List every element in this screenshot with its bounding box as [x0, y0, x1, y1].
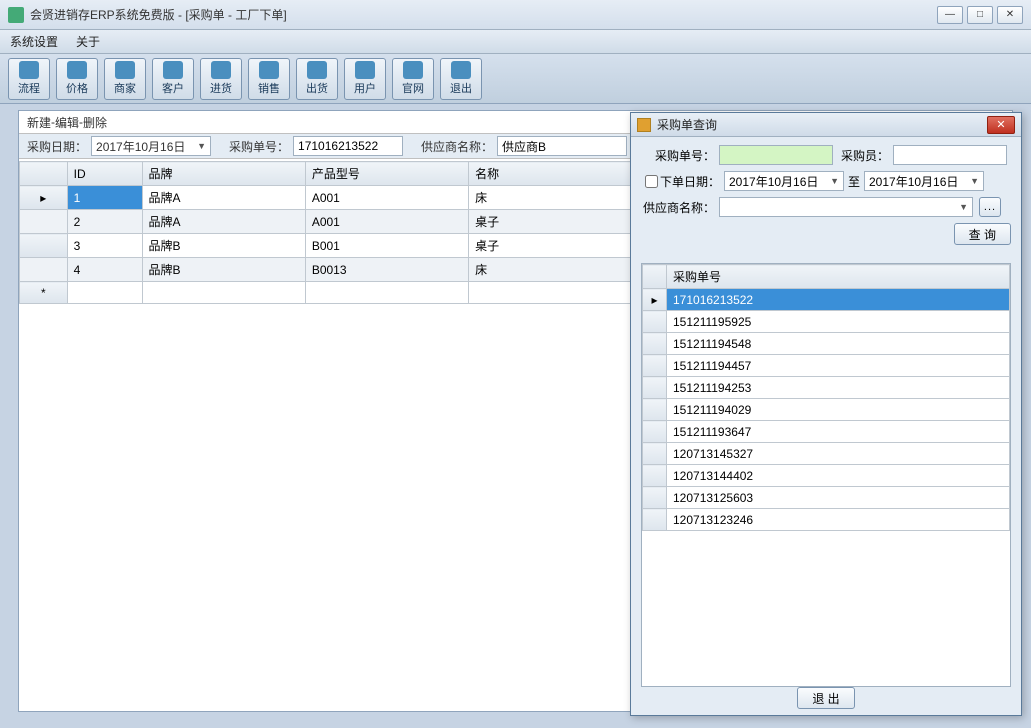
toolbar-flow[interactable]: 流程 — [8, 58, 50, 100]
purchase-date-select[interactable]: 2017年10月16日▼ — [91, 136, 211, 156]
website-icon — [403, 61, 423, 79]
sales-icon — [259, 61, 279, 79]
ship-icon — [307, 61, 327, 79]
dialog-grid[interactable]: 采购单号 ▸171016213522 151211195925 15121119… — [641, 263, 1011, 687]
chevron-down-icon: ▼ — [197, 141, 206, 151]
chevron-down-icon: ▼ — [830, 176, 839, 186]
supplier-input[interactable] — [497, 136, 627, 156]
dialog-title: 采购单查询 — [657, 116, 717, 133]
dlg-exit-button[interactable]: 退 出 — [797, 687, 854, 709]
menu-settings[interactable]: 系统设置 — [10, 33, 58, 50]
label-dlg-buyer: 采购员： — [833, 147, 889, 164]
price-icon — [67, 61, 87, 79]
order-no-input[interactable] — [293, 136, 403, 156]
flow-icon — [19, 61, 39, 79]
op-delete[interactable]: 删除 — [83, 114, 107, 131]
dlg-supplier-more-button[interactable]: ... — [979, 197, 1001, 217]
dlg-date-to[interactable]: 2017年10月16日▼ — [864, 171, 984, 191]
toolbar-price[interactable]: 价格 — [56, 58, 98, 100]
toolbar-website[interactable]: 官网 — [392, 58, 434, 100]
dialog-close-button[interactable]: ✕ — [987, 116, 1015, 134]
dlg-order-input[interactable] — [719, 145, 833, 165]
list-item[interactable]: 120713144402 — [643, 465, 1010, 487]
dialog-icon — [637, 118, 651, 132]
list-item[interactable]: 151211195925 — [643, 311, 1010, 333]
close-button[interactable]: ✕ — [997, 6, 1023, 24]
list-item[interactable]: 151211194029 — [643, 399, 1010, 421]
list-item[interactable]: 151211194253 — [643, 377, 1010, 399]
toolbar-sales[interactable]: 销售 — [248, 58, 290, 100]
window-title: 会贤进销存ERP系统免费版 - [采购单 - 工厂下单] — [30, 6, 287, 23]
label-supplier: 供应商名称： — [421, 138, 493, 155]
toolbar-user[interactable]: 用户 — [344, 58, 386, 100]
label-dlg-date: 下单日期： — [660, 173, 720, 190]
window-titlebar: 会贤进销存ERP系统免费版 - [采购单 - 工厂下单] — □ ✕ — [0, 0, 1031, 30]
op-new[interactable]: 新建 — [27, 114, 51, 131]
exit-icon — [451, 61, 471, 79]
merchant-icon — [115, 61, 135, 79]
list-item[interactable]: 120713125603 — [643, 487, 1010, 509]
query-dialog: 采购单查询 ✕ 采购单号： 采购员： 下单日期： 2017年10月16日▼ 至 … — [630, 112, 1022, 716]
label-purchase-date: 采购日期： — [27, 138, 87, 155]
label-dlg-supplier: 供应商名称： — [641, 199, 715, 216]
list-item[interactable]: 120713123246 — [643, 509, 1010, 531]
label-to: 至 — [844, 173, 864, 190]
user-icon — [355, 61, 375, 79]
menubar: 系统设置 关于 — [0, 30, 1031, 54]
dlg-query-button[interactable]: 查 询 — [954, 223, 1011, 245]
app-icon — [8, 7, 24, 23]
list-item[interactable]: 151211193647 — [643, 421, 1010, 443]
dlg-grid-header: 采购单号 — [643, 265, 1010, 289]
chevron-down-icon: ▼ — [970, 176, 979, 186]
maximize-button[interactable]: □ — [967, 6, 993, 24]
chevron-down-icon: ▼ — [959, 202, 968, 212]
label-order-no: 采购单号： — [229, 138, 289, 155]
list-item[interactable]: 120713145327 — [643, 443, 1010, 465]
list-item[interactable]: ▸171016213522 — [643, 289, 1010, 311]
customer-icon — [163, 61, 183, 79]
op-edit[interactable]: 编辑 — [55, 114, 79, 131]
menu-about[interactable]: 关于 — [76, 33, 100, 50]
list-item[interactable]: 151211194548 — [643, 333, 1010, 355]
minimize-button[interactable]: — — [937, 6, 963, 24]
dialog-footer: 退 出 — [631, 687, 1021, 709]
toolbar: 流程 价格 商家 客户 进货 销售 出货 用户 官网 退出 — [0, 54, 1031, 104]
dlg-date-checkbox[interactable] — [645, 175, 658, 188]
dialog-titlebar: 采购单查询 ✕ — [631, 113, 1021, 137]
toolbar-merchant[interactable]: 商家 — [104, 58, 146, 100]
toolbar-ship[interactable]: 出货 — [296, 58, 338, 100]
dlg-supplier-select[interactable]: ▼ — [719, 197, 973, 217]
toolbar-purchase[interactable]: 进货 — [200, 58, 242, 100]
toolbar-customer[interactable]: 客户 — [152, 58, 194, 100]
toolbar-exit[interactable]: 退出 — [440, 58, 482, 100]
dlg-date-from[interactable]: 2017年10月16日▼ — [724, 171, 844, 191]
purchase-icon — [211, 61, 231, 79]
list-item[interactable]: 151211194457 — [643, 355, 1010, 377]
dialog-form: 采购单号： 采购员： 下单日期： 2017年10月16日▼ 至 2017年10月… — [631, 137, 1021, 259]
label-dlg-order: 采购单号： — [641, 147, 715, 164]
dlg-buyer-input[interactable] — [893, 145, 1007, 165]
